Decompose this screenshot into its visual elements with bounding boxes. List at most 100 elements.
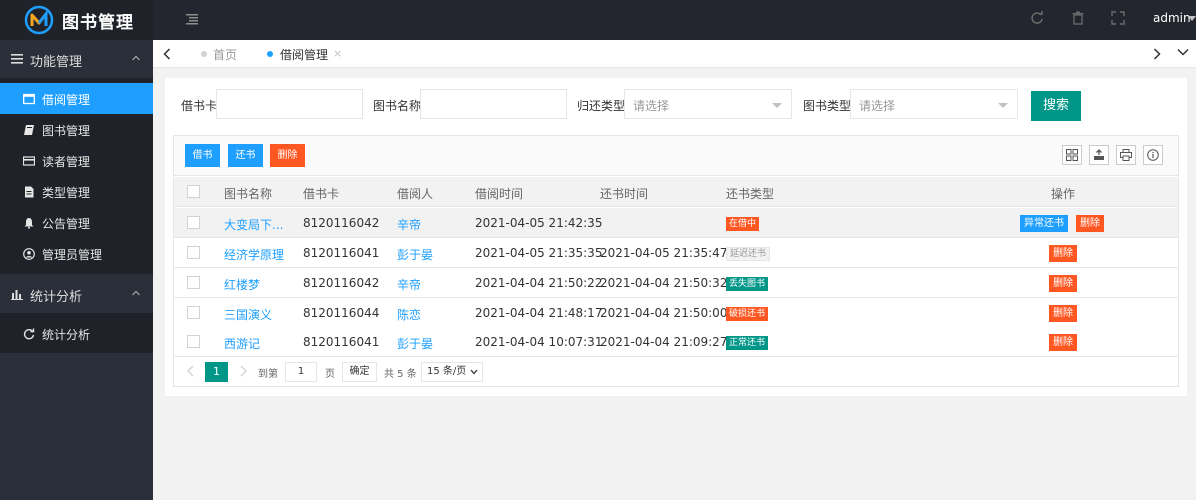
book-link[interactable]: 西游记: [224, 335, 286, 352]
borrow-time: 2021-04-04 10:07:31: [475, 335, 603, 349]
book-link[interactable]: 三国演义: [224, 306, 286, 323]
borrow-time: 2021-04-04 21:50:22: [475, 276, 603, 290]
page-label: 页: [325, 369, 335, 380]
export-button[interactable]: [1089, 145, 1109, 165]
user-menu[interactable]: admin: [1153, 11, 1191, 25]
close-icon[interactable]: ×: [333, 47, 342, 60]
chevron-left-icon: [163, 48, 171, 60]
page-current[interactable]: 1: [205, 362, 228, 382]
sidebar-group-function[interactable]: 功能管理: [0, 40, 153, 78]
tabs-scroll-left[interactable]: [157, 40, 179, 68]
tab-home[interactable]: 首页: [189, 40, 253, 68]
goto-page-input[interactable]: 1: [285, 362, 317, 382]
sidebar-item-label: 类型管理: [42, 186, 91, 200]
borrow-button[interactable]: 借书: [185, 144, 220, 167]
reader-link[interactable]: 辛帝: [397, 276, 421, 293]
sidebar-item-statistics[interactable]: 统计分析: [0, 318, 153, 349]
return-type-select[interactable]: 请选择: [624, 89, 792, 119]
select-all-checkbox[interactable]: [187, 185, 200, 198]
trash-icon[interactable]: [1071, 11, 1085, 25]
chevron-down-icon[interactable]: [1188, 16, 1196, 21]
reader-link[interactable]: 辛帝: [397, 216, 421, 233]
window-icon: [23, 93, 35, 105]
table-row[interactable]: 西游记 8120116041 彭于晏 2021-04-04 10:07:31 2…: [174, 327, 1178, 357]
chevron-down-icon: [772, 103, 782, 108]
table-row[interactable]: 大变局下... 8120116042 辛帝 2021-04-05 21:42:3…: [174, 208, 1178, 238]
sidebar-item-types[interactable]: 类型管理: [0, 176, 153, 207]
column-header: 借阅时间: [475, 187, 524, 201]
book-type-select[interactable]: 请选择: [850, 89, 1018, 119]
table-row[interactable]: 红楼梦 8120116042 辛帝 2021-04-04 21:50:22 20…: [174, 268, 1178, 298]
book-name-input[interactable]: [420, 89, 567, 119]
chevron-down-icon: [470, 369, 478, 375]
top-header: 图书管理 admin: [0, 0, 1196, 40]
table-row[interactable]: 经济学原理 8120116041 彭于晏 2021-04-05 21:35:35…: [174, 238, 1178, 268]
refresh-icon[interactable]: [1030, 11, 1044, 25]
return-button[interactable]: 还书: [228, 144, 263, 167]
reader-link[interactable]: 彭于晏: [397, 335, 433, 352]
info-icon: [1147, 149, 1159, 161]
row-delete-button[interactable]: 删除: [1049, 245, 1077, 262]
card-icon: [23, 156, 35, 166]
status-badge: 延迟还书: [726, 247, 771, 261]
sidebar-group-stats[interactable]: 统计分析: [0, 275, 153, 313]
sidebar-group-label: 功能管理: [30, 55, 83, 70]
book-link[interactable]: 红楼梦: [224, 276, 286, 293]
row-delete-button[interactable]: 删除: [1049, 275, 1077, 292]
row-delete-button[interactable]: 删除: [1049, 334, 1077, 351]
chevron-right-icon: [1153, 48, 1161, 60]
return-time: 2021-04-05 21:35:47: [600, 246, 728, 260]
row-delete-button[interactable]: 删除: [1076, 215, 1104, 232]
tab-dot: [267, 51, 273, 57]
row-checkbox[interactable]: [187, 216, 200, 229]
table-row[interactable]: 三国演义 8120116044 陈恋 2021-04-04 21:48:17 2…: [174, 298, 1178, 328]
book-link[interactable]: 经济学原理: [224, 246, 304, 263]
menu-toggle-icon[interactable]: [186, 13, 198, 25]
chevron-up-icon: [132, 290, 140, 296]
page-size-select[interactable]: 15 条/页: [421, 362, 483, 382]
tabs-dropdown[interactable]: [1171, 40, 1193, 68]
abnormal-return-button[interactable]: 异常还书: [1020, 215, 1068, 232]
chevron-down-icon: [998, 103, 1008, 108]
total-count: 共 5 条: [384, 369, 417, 380]
chevron-up-icon: [132, 55, 140, 61]
row-checkbox[interactable]: [187, 335, 200, 348]
return-time: 2021-04-04 21:50:32: [600, 276, 728, 290]
card-number: 8120116041: [303, 246, 380, 260]
book-link[interactable]: 大变局下...: [224, 216, 286, 233]
sidebar-item-notices[interactable]: 公告管理: [0, 207, 153, 238]
logo-icon: [24, 5, 54, 35]
logo-area[interactable]: 图书管理: [0, 0, 153, 40]
delete-button[interactable]: 删除: [270, 144, 305, 167]
reader-link[interactable]: 陈恋: [397, 306, 421, 323]
book-icon: [24, 125, 34, 135]
tab-label: 借阅管理: [280, 48, 329, 62]
tab-label: 首页: [213, 48, 238, 62]
sidebar-submenu-stats: 统计分析: [0, 313, 153, 353]
sidebar-item-label: 图书管理: [42, 124, 91, 138]
export-icon: [1094, 149, 1104, 160]
borrow-time: 2021-04-05 21:35:35: [475, 246, 603, 260]
fullscreen-icon[interactable]: [1111, 11, 1125, 25]
chevron-down-icon: [1177, 48, 1189, 56]
tab-borrow[interactable]: 借阅管理 ×: [256, 40, 354, 68]
chevron-left-icon[interactable]: [186, 365, 196, 377]
print-button[interactable]: [1116, 145, 1136, 165]
sidebar-item-admins[interactable]: 管理员管理: [0, 238, 153, 269]
status-badge: 在借中: [726, 217, 760, 231]
sidebar-item-borrow[interactable]: 借阅管理: [0, 83, 153, 114]
info-button[interactable]: [1143, 145, 1163, 165]
sidebar-item-books[interactable]: 图书管理: [0, 114, 153, 145]
search-button[interactable]: 搜索: [1031, 91, 1081, 121]
columns-filter-button[interactable]: [1062, 145, 1082, 165]
row-checkbox[interactable]: [187, 306, 200, 319]
tabs-scroll-right[interactable]: [1147, 40, 1169, 68]
chevron-right-icon[interactable]: [238, 365, 248, 377]
goto-confirm-button[interactable]: 确定: [342, 362, 377, 382]
card-number-input[interactable]: [216, 89, 363, 119]
row-checkbox[interactable]: [187, 276, 200, 289]
sidebar-item-readers[interactable]: 读者管理: [0, 145, 153, 176]
row-delete-button[interactable]: 删除: [1049, 305, 1077, 322]
reader-link[interactable]: 彭于晏: [397, 246, 433, 263]
row-checkbox[interactable]: [187, 246, 200, 259]
